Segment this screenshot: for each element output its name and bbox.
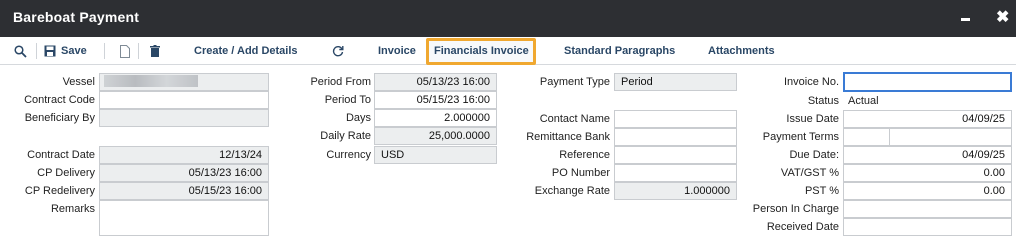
daily-rate-field[interactable]: 25,000.0000 — [374, 127, 497, 145]
vat-gst-field[interactable]: 0.00 — [843, 164, 1012, 182]
contact-name-label: Contact Name — [539, 113, 610, 125]
save-button[interactable]: Save — [61, 37, 87, 65]
save-icon[interactable] — [44, 37, 56, 65]
beneficiary-by-field[interactable] — [99, 109, 269, 127]
person-in-charge-field[interactable] — [843, 200, 1012, 218]
cp-redelivery-label: CP Redelivery — [24, 185, 95, 197]
reference-field[interactable] — [614, 146, 737, 164]
toolbar-separator — [36, 43, 37, 59]
remittance-bank-field[interactable] — [614, 128, 737, 146]
due-date-field[interactable]: 04/09/25 — [843, 146, 1012, 164]
period-from-field[interactable]: 05/13/23 16:00 — [374, 73, 497, 91]
due-date-label: Due Date: — [789, 149, 839, 161]
issue-date-field[interactable]: 04/09/25 — [843, 110, 1012, 128]
tab-attachments[interactable]: Attachments — [708, 37, 775, 65]
contract-code-label: Contract Code — [24, 94, 95, 106]
payment-terms-description-field[interactable] — [889, 128, 1012, 146]
period-to-field[interactable]: 05/15/23 16:00 — [374, 91, 497, 109]
invoice-no-field[interactable] — [843, 72, 1012, 92]
toolbar-separator — [138, 43, 139, 59]
minimize-icon[interactable] — [961, 18, 970, 21]
po-number-field[interactable] — [614, 164, 737, 182]
cp-delivery-field[interactable]: 05/13/23 16:00 — [99, 164, 269, 182]
person-in-charge-label: Person In Charge — [752, 203, 839, 215]
vat-gst-label: VAT/GST % — [780, 167, 839, 179]
payment-terms-label: Payment Terms — [762, 131, 839, 143]
currency-label: Currency — [326, 149, 371, 161]
cp-delivery-label: CP Delivery — [37, 167, 95, 179]
exchange-rate-field[interactable]: 1.000000 — [614, 182, 737, 200]
pst-field[interactable]: 0.00 — [843, 182, 1012, 200]
pst-label: PST % — [804, 185, 839, 197]
title-bar: Bareboat Payment ✖ — [0, 0, 1016, 37]
po-number-label: PO Number — [551, 167, 610, 179]
window-title: Bareboat Payment — [13, 9, 140, 25]
contact-name-field[interactable] — [614, 110, 737, 128]
contract-date-label: Contract Date — [27, 149, 95, 161]
cp-redelivery-field[interactable]: 05/15/23 16:00 — [99, 182, 269, 200]
contract-date-field[interactable]: 12/13/24 — [99, 146, 269, 164]
trash-icon[interactable] — [150, 37, 160, 65]
remarks-label: Remarks — [50, 203, 95, 215]
search-icon[interactable] — [14, 37, 27, 65]
refresh-icon[interactable] — [332, 37, 344, 65]
payment-type-field[interactable]: Period — [614, 73, 737, 91]
days-label: Days — [345, 112, 371, 124]
invoice-no-label: Invoice No. — [783, 76, 839, 88]
new-document-icon[interactable] — [120, 37, 130, 65]
period-from-label: Period From — [310, 76, 371, 88]
payment-type-label: Payment Type — [539, 76, 610, 88]
status-value: Actual — [848, 95, 879, 107]
period-to-label: Period To — [324, 94, 371, 106]
issue-date-label: Issue Date — [786, 113, 839, 125]
reference-label: Reference — [559, 149, 610, 161]
daily-rate-label: Daily Rate — [320, 130, 371, 142]
tab-financials-invoice[interactable]: Financials Invoice — [434, 37, 529, 65]
vessel-redacted-value — [104, 75, 198, 87]
contract-code-field[interactable] — [99, 91, 269, 109]
status-label: Status — [807, 95, 839, 107]
received-date-field[interactable] — [843, 218, 1012, 236]
exchange-rate-label: Exchange Rate — [534, 185, 610, 197]
remittance-bank-label: Remittance Bank — [526, 131, 610, 143]
beneficiary-by-label: Beneficiary By — [24, 112, 95, 124]
days-field[interactable]: 2.000000 — [374, 109, 497, 127]
toolbar-separator — [104, 43, 105, 59]
payment-terms-code-field[interactable] — [843, 128, 890, 146]
remarks-field[interactable] — [99, 200, 269, 236]
tab-invoice[interactable]: Invoice — [378, 37, 416, 65]
received-date-label: Received Date — [766, 221, 839, 233]
currency-field[interactable]: USD — [374, 146, 497, 164]
close-icon[interactable]: ✖ — [996, 9, 1009, 27]
vessel-label: Vessel — [62, 76, 95, 88]
tab-standard-paragraphs[interactable]: Standard Paragraphs — [564, 37, 675, 65]
create-add-details-button[interactable]: Create / Add Details — [194, 37, 298, 65]
